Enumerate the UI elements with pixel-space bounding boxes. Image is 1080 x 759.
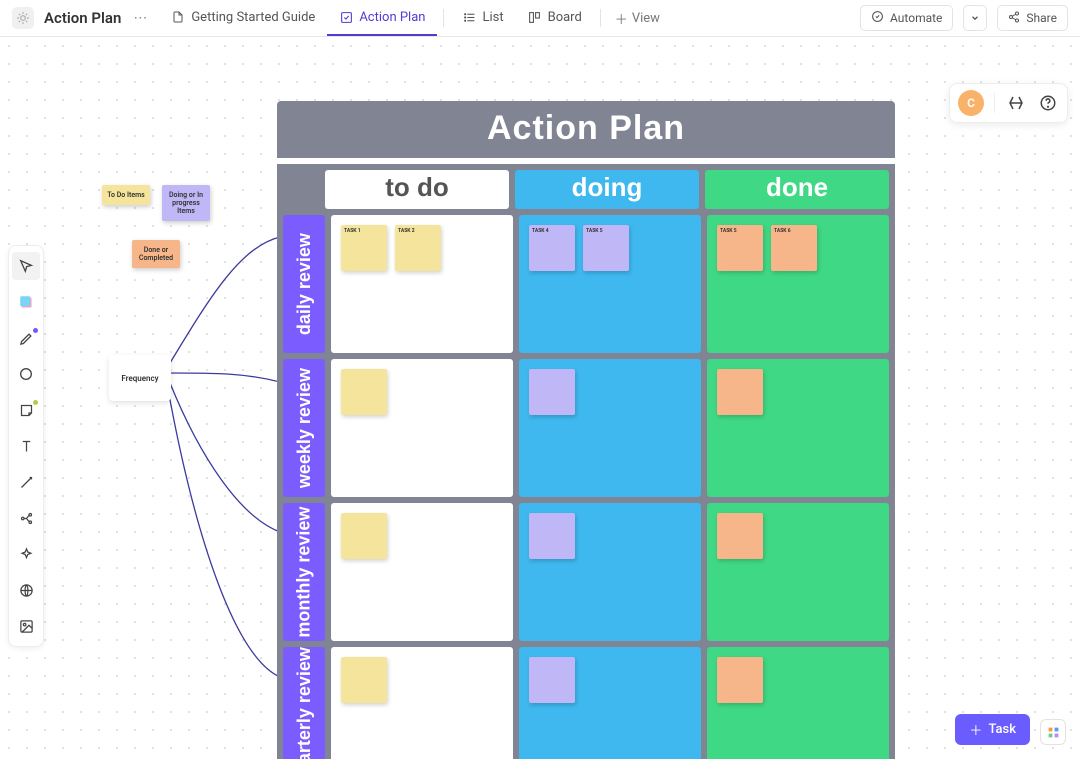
sticky[interactable] (717, 369, 763, 415)
board-icon (528, 10, 542, 24)
row-label-daily: daily review (283, 215, 325, 353)
whiteboard-icon (12, 7, 34, 29)
cell-quarterly-doing[interactable] (519, 647, 701, 759)
sticky[interactable] (341, 513, 387, 559)
grid-icon (1047, 726, 1060, 739)
whiteboard-canvas[interactable]: C To Do Items Doing or In progress Items… (0, 37, 1080, 759)
shape-tool[interactable] (12, 360, 40, 388)
view-tabs: Getting Started Guide Action Plan List B… (159, 0, 668, 36)
chevron-down-icon (970, 13, 980, 23)
new-task-button[interactable]: ＋ Task (955, 714, 1030, 745)
cell-monthly-done[interactable] (707, 503, 889, 641)
note-tool[interactable] (12, 396, 40, 424)
frequency-node[interactable]: Frequency (109, 355, 171, 401)
column-headers: to do doing done (277, 164, 895, 209)
sticky-task5b[interactable]: TASK 5 (717, 225, 763, 271)
share-label: Share (1026, 11, 1057, 25)
automate-button[interactable]: Automate (860, 5, 953, 31)
row-label-weekly: weekly review (283, 359, 325, 497)
col-todo: to do (325, 170, 509, 209)
doc-icon (171, 10, 185, 24)
add-view-button[interactable]: ＋ View (607, 9, 668, 28)
cell-daily-doing[interactable]: TASK 4 TASK 5 (519, 215, 701, 353)
automate-dropdown[interactable] (963, 5, 987, 31)
tab-getting-started[interactable]: Getting Started Guide (159, 0, 327, 36)
task-label: Task (988, 722, 1016, 737)
separator (600, 9, 601, 27)
cell-weekly-todo[interactable] (331, 359, 513, 497)
cell-weekly-done[interactable] (707, 359, 889, 497)
row-weekly: weekly review (283, 359, 889, 497)
plus-icon: ＋ (615, 9, 628, 28)
sticky[interactable] (529, 369, 575, 415)
col-done: done (705, 170, 889, 209)
tab-label: Getting Started Guide (191, 10, 315, 25)
sticky-task6[interactable]: TASK 6 (771, 225, 817, 271)
connector-tool[interactable] (12, 468, 40, 496)
sticky-task4[interactable]: TASK 4 (529, 225, 575, 271)
sticky-task1[interactable]: TASK 1 (341, 225, 387, 271)
fit-icon[interactable] (1005, 92, 1027, 114)
page-title: Action Plan (44, 9, 121, 27)
sticky-task2[interactable]: TASK 2 (395, 225, 441, 271)
sticky-task5[interactable]: TASK 5 (583, 225, 629, 271)
legend-todo[interactable]: To Do Items (102, 185, 150, 205)
tab-label: List (482, 10, 503, 25)
legend-done[interactable]: Done or Completed (132, 240, 180, 268)
plus-icon: ＋ (969, 720, 982, 739)
whiteboard-tab-icon (339, 10, 353, 24)
view-label: View (632, 11, 660, 26)
mindmap-tool[interactable] (12, 504, 40, 532)
cell-monthly-todo[interactable] (331, 503, 513, 641)
tab-label: Board (548, 10, 582, 25)
share-icon (1008, 11, 1020, 26)
action-plan-board[interactable]: Action Plan to do doing done daily revie… (277, 101, 895, 759)
board-title: Action Plan (277, 101, 895, 158)
legend-doing[interactable]: Doing or In progress Items (162, 185, 210, 221)
cell-quarterly-done[interactable] (707, 647, 889, 759)
sticky[interactable] (717, 513, 763, 559)
cell-daily-todo[interactable]: TASK 1 TASK 2 (331, 215, 513, 353)
row-monthly: monthly review (283, 503, 889, 641)
automate-label: Automate (890, 11, 942, 25)
help-icon[interactable] (1037, 92, 1059, 114)
automate-icon (871, 10, 884, 26)
cell-weekly-doing[interactable] (519, 359, 701, 497)
app-header: Action Plan ⋯ Getting Started Guide Acti… (0, 0, 1080, 37)
sticky-tool[interactable] (12, 288, 40, 316)
tab-board[interactable]: Board (516, 0, 594, 36)
separator (443, 9, 444, 27)
presence-panel: C (949, 83, 1068, 123)
cell-quarterly-todo[interactable] (331, 647, 513, 759)
sticky[interactable] (529, 657, 575, 703)
sticky[interactable] (341, 369, 387, 415)
select-tool[interactable] (12, 252, 40, 280)
col-doing: doing (515, 170, 699, 209)
canvas-toolbar (8, 245, 44, 647)
list-icon (462, 10, 476, 24)
ai-tool[interactable] (12, 540, 40, 568)
tab-list[interactable]: List (450, 0, 515, 36)
apps-button[interactable] (1040, 719, 1066, 745)
row-daily: daily review TASK 1 TASK 2 TASK 4 TASK 5… (283, 215, 889, 353)
more-icon[interactable]: ⋯ (131, 10, 149, 26)
tab-action-plan[interactable]: Action Plan (327, 0, 437, 36)
pen-tool[interactable] (12, 324, 40, 352)
avatar[interactable]: C (958, 90, 984, 116)
sticky[interactable] (529, 513, 575, 559)
web-tool[interactable] (12, 576, 40, 604)
row-label-quarterly: quarterly review (283, 647, 325, 759)
image-tool[interactable] (12, 612, 40, 640)
cell-daily-done[interactable]: TASK 5 TASK 6 (707, 215, 889, 353)
text-tool[interactable] (12, 432, 40, 460)
row-quarterly: quarterly review (283, 647, 889, 759)
sticky[interactable] (341, 657, 387, 703)
cell-monthly-doing[interactable] (519, 503, 701, 641)
share-button[interactable]: Share (997, 5, 1068, 31)
tab-label: Action Plan (359, 10, 425, 25)
row-label-monthly: monthly review (283, 503, 325, 641)
sticky[interactable] (717, 657, 763, 703)
